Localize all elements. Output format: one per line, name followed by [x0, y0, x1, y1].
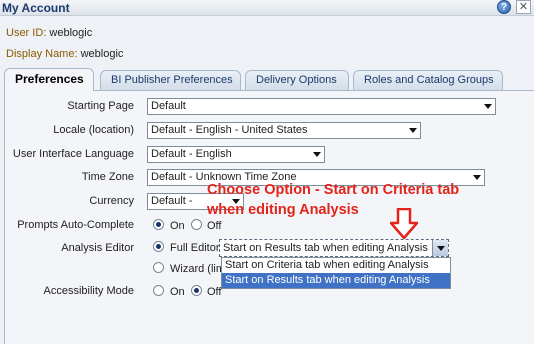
- option-start-on-criteria[interactable]: Start on Criteria tab when editing Analy…: [222, 258, 450, 273]
- user-id-label: User ID:: [6, 27, 47, 39]
- tab-bar: Preferences BI Publisher Preferences Del…: [4, 68, 534, 91]
- prompts-autocomplete-label: Prompts Auto-Complete: [17, 219, 134, 231]
- user-id-value: weblogic: [49, 27, 93, 39]
- prompts-autocomplete-on-radio[interactable]: [153, 219, 164, 230]
- tab-delivery-options[interactable]: Delivery Options: [245, 70, 349, 90]
- prompts-autocomplete-on-label: On: [170, 220, 185, 232]
- starting-page-label: Starting Page: [67, 100, 134, 112]
- help-icon[interactable]: ?: [497, 0, 511, 14]
- prompts-autocomplete-off-radio[interactable]: [191, 219, 202, 230]
- accessibility-mode-on-label: On: [170, 286, 185, 298]
- user-id-row: User ID: weblogic: [6, 27, 92, 39]
- accessibility-mode-off-label: Off: [207, 286, 222, 298]
- analysis-editor-start-value: Start on Results tab when editing Analys…: [223, 242, 428, 254]
- analysis-editor-full-label: Full Editor: [170, 242, 220, 254]
- analysis-editor-label: Analysis Editor: [61, 242, 134, 254]
- starting-page-value: Default: [151, 100, 186, 112]
- display-name-row: Display Name: weblogic: [6, 48, 123, 60]
- currency-value: Default -: [151, 195, 193, 207]
- accessibility-mode-off-radio[interactable]: [191, 285, 202, 296]
- instruction-annotation: Choose Option - Start on Criteria tab wh…: [207, 180, 459, 220]
- chevron-down-icon: [409, 128, 417, 133]
- chevron-down-icon: [313, 152, 321, 157]
- locale-value: Default - English - United States: [151, 124, 308, 136]
- annotation-line-1: Choose Option - Start on Criteria tab: [207, 182, 460, 198]
- accessibility-mode-on-radio[interactable]: [153, 285, 164, 296]
- ui-language-value: Default - English: [151, 148, 232, 160]
- display-name-value: weblogic: [80, 48, 124, 60]
- close-icon[interactable]: ✕: [516, 0, 531, 14]
- analysis-editor-full-radio[interactable]: [153, 241, 164, 252]
- chevron-down-icon: [473, 175, 481, 180]
- accessibility-mode-label: Accessibility Mode: [43, 285, 134, 297]
- red-arrow-icon: [390, 208, 418, 240]
- annotation-line-2: when editing Analysis: [207, 202, 359, 218]
- time-zone-label: Time Zone: [81, 171, 134, 183]
- starting-page-select[interactable]: Default: [147, 98, 496, 115]
- prompts-autocomplete-off-label: Off: [207, 220, 222, 232]
- ui-language-label: User Interface Language: [12, 148, 134, 160]
- option-start-on-results[interactable]: Start on Results tab when editing Analys…: [222, 273, 450, 288]
- analysis-editor-wizard-label: Wizard (lim: [170, 263, 222, 275]
- analysis-editor-wizard-radio[interactable]: [153, 262, 164, 273]
- chevron-down-icon[interactable]: [432, 240, 448, 256]
- ui-language-select[interactable]: Default - English: [147, 146, 325, 163]
- analysis-editor-start-select[interactable]: Start on Results tab when editing Analys…: [219, 239, 449, 257]
- title-bar: My Account ? ✕: [0, 0, 534, 16]
- display-name-label: Display Name:: [6, 48, 78, 60]
- locale-label: Locale (location): [53, 124, 134, 136]
- analysis-editor-options-list: Start on Criteria tab when editing Analy…: [221, 257, 451, 289]
- chevron-down-icon: [484, 104, 492, 109]
- locale-select[interactable]: Default - English - United States: [147, 122, 421, 139]
- tab-preferences[interactable]: Preferences: [4, 68, 94, 91]
- currency-label: Currency: [89, 195, 134, 207]
- tab-bi-publisher-preferences[interactable]: BI Publisher Preferences: [100, 70, 241, 90]
- tab-roles-and-catalog-groups[interactable]: Roles and Catalog Groups: [353, 70, 503, 90]
- window-title: My Account: [2, 1, 70, 15]
